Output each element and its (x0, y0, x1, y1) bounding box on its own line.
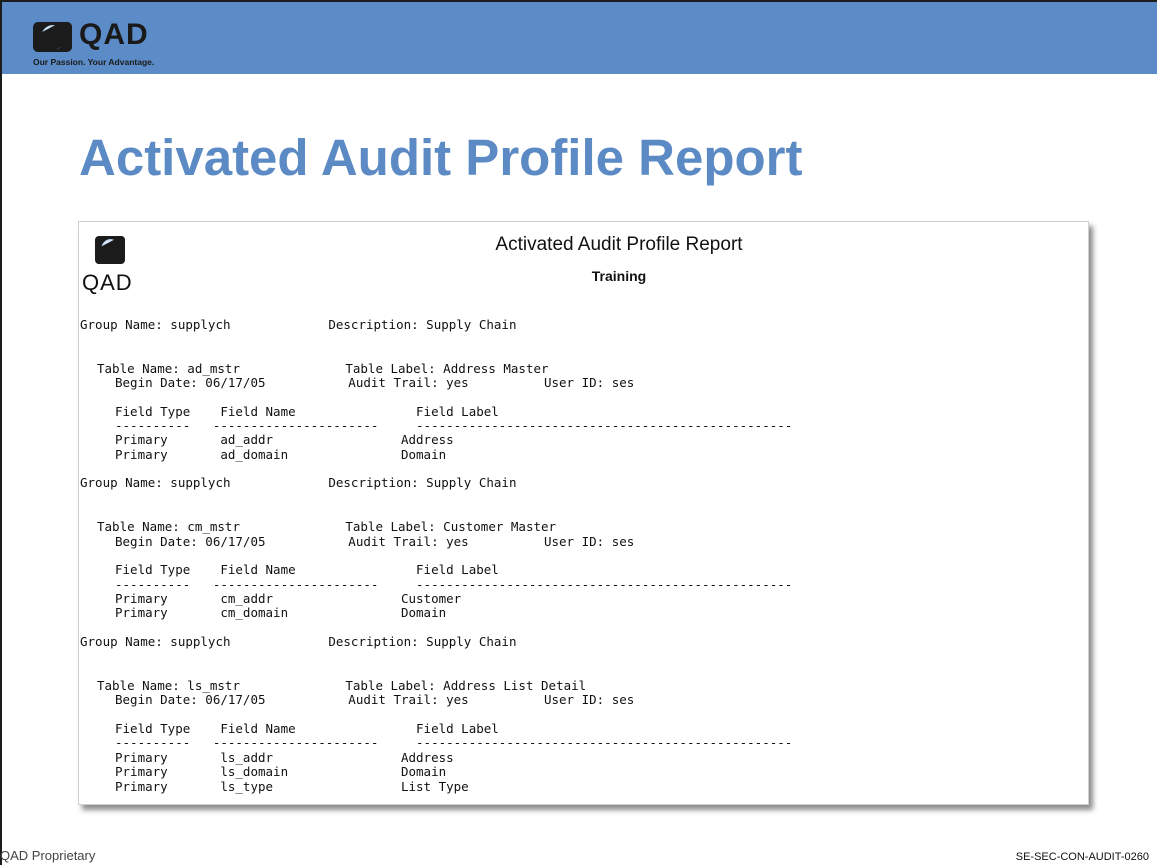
begin-date-line: Begin Date: 06/17/05 Audit Trail: yes Us… (115, 534, 635, 549)
brand-name: QAD (79, 18, 149, 51)
report-title: Activated Audit Profile Report (495, 234, 743, 255)
footer-slide-code: SE-SEC-CON-AUDIT-0260 (1015, 851, 1149, 863)
footer-proprietary: QAD Proprietary (0, 848, 96, 863)
table-line: Table Name: cm_mstr Table Label: Custome… (97, 519, 557, 534)
column-header-line: Field Type Field Name Field Label (115, 404, 499, 419)
report-logo-text: QAD (82, 270, 133, 295)
header-rule: ---------- ---------------------- ------… (115, 418, 793, 433)
column-header-line: Field Type Field Name Field Label (115, 562, 499, 577)
slide-border-left (0, 0, 2, 865)
group-line: Group Name: supplych Description: Supply… (80, 475, 517, 490)
qad-globe-icon (33, 22, 72, 52)
slide-border-top (0, 0, 1157, 2)
header-band (0, 0, 1157, 74)
table-line: Table Name: ad_mstr Table Label: Address… (97, 361, 549, 376)
group-line: Group Name: supplych Description: Supply… (80, 634, 517, 649)
brand-tagline: Our Passion. Your Advantage. (33, 57, 155, 67)
field-row: Primary ad_addr Address (115, 432, 454, 447)
field-row: Primary ls_addr Address (115, 750, 454, 765)
group-line: Group Name: supplych Description: Supply… (80, 317, 517, 332)
field-row: Primary cm_domain Domain (115, 605, 447, 620)
begin-date-line: Begin Date: 06/17/05 Audit Trail: yes Us… (115, 692, 635, 707)
field-row: Primary ls_type List Type (115, 779, 469, 794)
slide-title: Activated Audit Profile Report (79, 129, 803, 186)
begin-date-line: Begin Date: 06/17/05 Audit Trail: yes Us… (115, 375, 635, 390)
field-row: Primary ls_domain Domain (115, 764, 447, 779)
header-rule: ---------- ---------------------- ------… (115, 577, 793, 592)
column-header-line: Field Type Field Name Field Label (115, 721, 499, 736)
field-row: Primary cm_addr Customer (115, 591, 462, 606)
report-subtitle: Training (591, 268, 647, 284)
table-line: Table Name: ls_mstr Table Label: Address… (97, 678, 587, 693)
field-row: Primary ad_domain Domain (115, 447, 447, 462)
report-qad-globe-icon (95, 236, 125, 264)
report-screenshot: QAD Activated Audit Profile Report Train… (78, 221, 1089, 805)
header-rule: ---------- ---------------------- ------… (115, 735, 793, 750)
